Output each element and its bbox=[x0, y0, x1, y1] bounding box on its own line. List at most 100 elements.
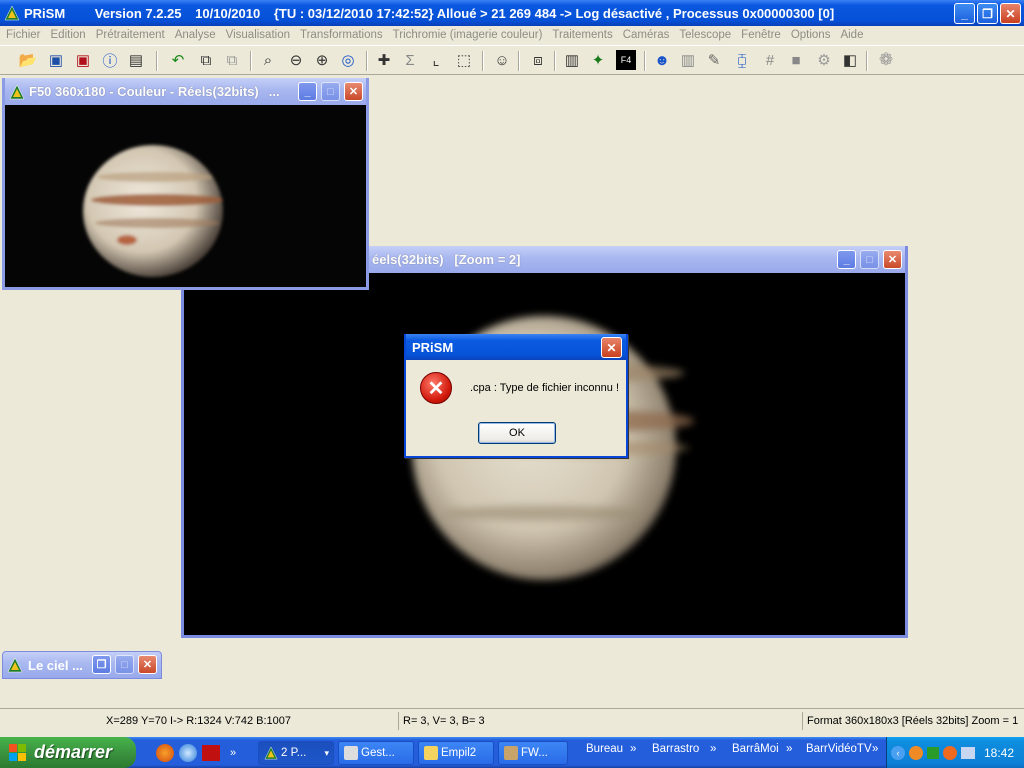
f50-window-close-button[interactable]: ✕ bbox=[344, 82, 363, 101]
sigma-icon[interactable]: Σ bbox=[400, 50, 420, 70]
menu-item-pretraitement[interactable]: Prétraitement bbox=[96, 29, 165, 41]
camera-bars-icon[interactable]: ▥ bbox=[562, 50, 582, 70]
hex-icon[interactable]: F4 bbox=[616, 50, 636, 70]
toolbar: 📂 ▣ ▣ ⓘ ▤ ↶ ⧉ ⧉ ⌕ ⊖ ⊕ ◎ ✚ Σ ⌞ ⬚ ☺ ⧈ ▥ ✦ … bbox=[0, 45, 1024, 75]
f50-window-maximize-button[interactable]: □ bbox=[321, 82, 340, 101]
toolbar-band-barrvideotv[interactable]: BarrVidéoTV bbox=[806, 743, 872, 755]
dialog-message: .cpa : Type de fichier inconnu ! bbox=[470, 382, 619, 394]
app-red-icon[interactable] bbox=[202, 744, 220, 761]
copy-icon[interactable]: ⧉ bbox=[196, 50, 216, 70]
zoom-window-minimize-button[interactable]: _ bbox=[837, 250, 856, 269]
error-icon: ✕ bbox=[420, 372, 452, 404]
users-icon[interactable]: ☻ bbox=[652, 50, 672, 70]
menu-item-fichier[interactable]: Fichier bbox=[6, 29, 41, 41]
task-fw[interactable]: FW... bbox=[498, 741, 568, 765]
paste-icon[interactable]: ⧉ bbox=[222, 50, 242, 70]
zoom-in-icon[interactable]: ⊕ bbox=[312, 50, 332, 70]
window-icon bbox=[344, 746, 358, 760]
gear-icon[interactable]: ⚙ bbox=[814, 50, 834, 70]
windows-icon[interactable]: ⧈ bbox=[528, 50, 548, 70]
zoom-fit-icon[interactable]: ◎ bbox=[338, 50, 358, 70]
square-icon[interactable]: ■ bbox=[786, 50, 806, 70]
tray-firefox-icon[interactable] bbox=[909, 745, 923, 760]
taskbar: démarrer » 2 P... ▾ Gest... Empil2 FW...… bbox=[0, 737, 1024, 768]
menu-item-transformations[interactable]: Transformations bbox=[300, 29, 383, 41]
toolbar-band-bureau[interactable]: Bureau bbox=[586, 743, 623, 755]
toolbar-band-more-icon[interactable]: » bbox=[872, 743, 878, 755]
minimize-button[interactable]: _ bbox=[954, 3, 975, 24]
menu-item-options[interactable]: Options bbox=[791, 29, 831, 41]
task-empil2[interactable]: Empil2 bbox=[418, 741, 494, 765]
f50-window-minimize-button[interactable]: _ bbox=[298, 82, 317, 101]
sky-window-restore-button[interactable]: ❐ bbox=[92, 655, 111, 674]
tray-green-icon[interactable] bbox=[927, 746, 939, 759]
toolbar-band-more-icon[interactable]: » bbox=[630, 743, 636, 755]
columns-icon[interactable]: ▥ bbox=[678, 50, 698, 70]
status-coords: X=289 Y=70 I-> R:1324 V:742 B:1007 bbox=[106, 715, 292, 727]
menu-item-trichromie-imagerie-couleur[interactable]: Trichromie (imagerie couleur) bbox=[393, 29, 543, 41]
brain-icon[interactable]: ❁ bbox=[876, 50, 896, 70]
menu-item-edition[interactable]: Edition bbox=[51, 29, 86, 41]
toolbar-band-barramoi[interactable]: BarrâMoi bbox=[732, 743, 779, 755]
ie-icon[interactable] bbox=[179, 743, 197, 762]
sky-window-close-button[interactable]: ✕ bbox=[138, 655, 157, 674]
menu-item-fenetre[interactable]: Fenêtre bbox=[741, 29, 781, 41]
firefox-icon[interactable] bbox=[156, 743, 174, 762]
f50-window-title: F50 360x180 - Couleur - Réels(32bits) bbox=[29, 84, 259, 99]
zoom-window-maximize-button[interactable]: □ bbox=[860, 250, 879, 269]
zoom-window-title: éels(32bits) [Zoom = 2] bbox=[372, 252, 521, 267]
tool-icon[interactable]: ✎ bbox=[704, 50, 724, 70]
tray-expand-icon[interactable]: ‹ bbox=[891, 745, 905, 760]
zoom-select-icon[interactable]: ⌕ bbox=[258, 50, 278, 70]
zoom-window-close-button[interactable]: ✕ bbox=[883, 250, 902, 269]
calendar-icon[interactable]: ▤ bbox=[126, 50, 146, 70]
menu-item-visualisation[interactable]: Visualisation bbox=[226, 29, 290, 41]
graph-icon[interactable]: ⌞ bbox=[426, 50, 446, 70]
scale-icon[interactable]: ⧮ bbox=[732, 50, 752, 70]
undo-icon[interactable]: ↶ bbox=[168, 50, 188, 70]
toolbar-band-barrastro[interactable]: Barrastro bbox=[652, 743, 699, 755]
menu-item-telescope[interactable]: Telescope bbox=[679, 29, 731, 41]
sky-window-maximize-button[interactable]: □ bbox=[115, 655, 134, 674]
grid-icon[interactable]: # bbox=[760, 50, 780, 70]
jupiter-f50-image[interactable] bbox=[5, 105, 366, 287]
toolbar-band-more-icon[interactable]: » bbox=[786, 743, 792, 755]
start-button[interactable]: démarrer bbox=[0, 737, 136, 768]
dialog-title: PRiSM bbox=[406, 334, 626, 360]
tray-network-icon[interactable] bbox=[961, 746, 975, 759]
windows-logo-icon bbox=[9, 744, 27, 762]
dialog-close-button[interactable]: ✕ bbox=[601, 337, 622, 358]
toolbar-band-more-icon[interactable]: » bbox=[710, 743, 716, 755]
clock: 18:42 bbox=[983, 745, 1014, 760]
app-date: 10/10/2010 bbox=[195, 5, 261, 21]
save-red-icon[interactable]: ▣ bbox=[73, 50, 93, 70]
crosshair-icon[interactable]: ✚ bbox=[374, 50, 394, 70]
sky-window-minimized[interactable]: Le ciel ... ❐ □ ✕ bbox=[2, 651, 162, 679]
app-info: {TU : 03/12/2010 17:42:52} Alloué > 21 2… bbox=[273, 5, 835, 21]
f50-window-ellipsis: ... bbox=[268, 84, 280, 99]
close-button[interactable]: ✕ bbox=[1000, 3, 1021, 24]
tray-orange-icon[interactable] bbox=[943, 745, 957, 760]
menu-bar: Fichier Edition Prétraitement Analyse Visual… bbox=[0, 26, 1024, 44]
info-icon[interactable]: ⓘ bbox=[100, 50, 120, 70]
menu-item-analyse[interactable]: Analyse bbox=[175, 29, 216, 41]
zoom-out-icon[interactable]: ⊖ bbox=[286, 50, 306, 70]
ok-button[interactable]: OK bbox=[478, 422, 556, 444]
restore-button[interactable]: ❐ bbox=[977, 3, 998, 24]
status-format: Format 360x180x3 [Réels 32bits] Zoom = 1 bbox=[802, 712, 1018, 730]
save-icon[interactable]: ▣ bbox=[46, 50, 66, 70]
filter-icon[interactable]: ◧ bbox=[840, 50, 860, 70]
task-gest[interactable]: Gest... bbox=[338, 741, 414, 765]
open-folder-icon[interactable]: 📂 bbox=[18, 50, 38, 70]
person-icon[interactable]: ☺ bbox=[492, 50, 512, 70]
menu-item-cameras[interactable]: Caméras bbox=[623, 29, 670, 41]
quicklaunch-more-icon[interactable]: » bbox=[230, 747, 236, 759]
selection-rect-icon[interactable]: ⬚ bbox=[454, 50, 474, 70]
menu-item-traitements[interactable]: Traitements bbox=[552, 29, 612, 41]
menu-item-aide[interactable]: Aide bbox=[840, 29, 863, 41]
task-prism[interactable]: 2 P... ▾ bbox=[258, 741, 334, 765]
prism-logo-icon bbox=[264, 746, 278, 760]
task-group-arrow-icon: ▾ bbox=[324, 747, 329, 758]
prism-logo-icon bbox=[7, 657, 23, 673]
telescope-icon[interactable]: ✦ bbox=[588, 50, 608, 70]
